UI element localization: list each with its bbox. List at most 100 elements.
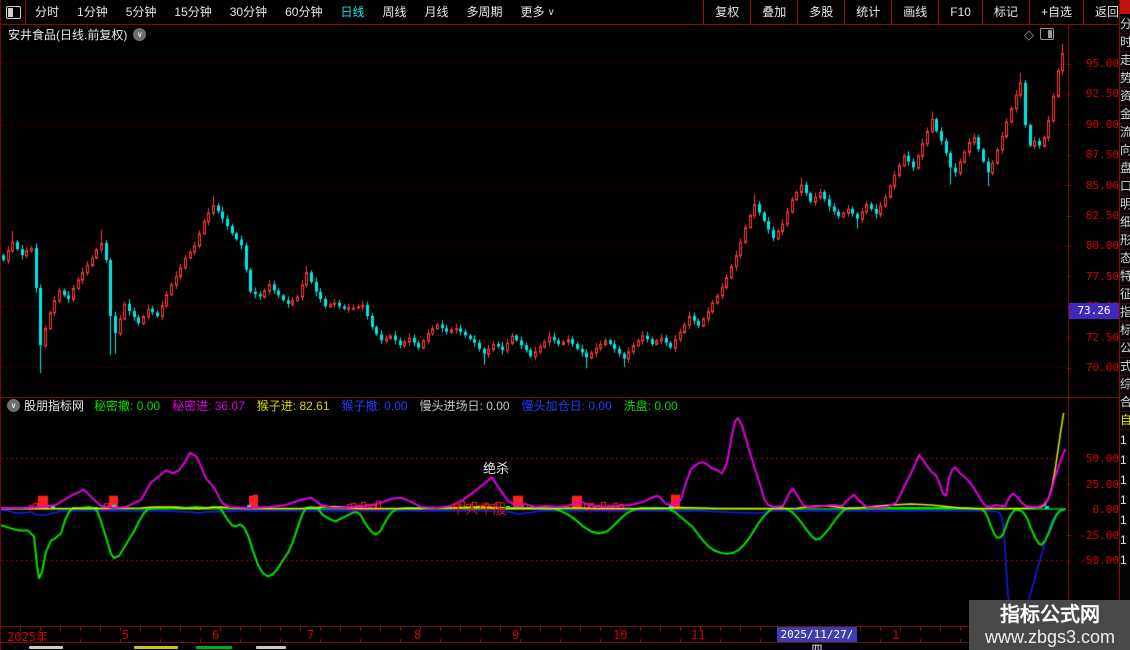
toolbar: 分时 1分钟 5分钟 15分钟 30分钟 60分钟 日线 周线 月线 多周期 更多 ∨ 复权 叠加 多股… [1,0,1130,25]
toolbar-action-button[interactable]: 画线 [891,0,938,24]
sidebar-tab-clipped[interactable]: 形 [1120,232,1130,250]
month-label: 5 [122,628,130,642]
price-axis-label: 85.00 [1067,179,1119,192]
month-label: 2025年 [7,630,48,644]
stock-title: 安井食品(日线.前复权) [8,27,128,42]
sidebar-tab-clipped[interactable]: 明 [1120,196,1130,214]
clipped-next-panel [1,644,1120,650]
trading-app-window: 分时 1分钟 5分钟 15分钟 30分钟 60分钟 日线 周线 月线 多周期 更多 ∨ 复权 叠加 多股… [0,0,1130,650]
period-tabs: 分时 1分钟 5分钟 15分钟 30分钟 60分钟 日线 周线 月线 多周期 更多 [26,0,554,24]
watermark-title: 指标公式网 [1000,603,1100,626]
month-label: 9 [512,628,520,642]
sidebar-red-block [1120,0,1130,14]
period-tab[interactable]: 周线 [373,0,415,24]
indicator-param: 秘密进: 36.07 [172,399,245,413]
sidebar-tab-clipped[interactable]: 走 [1120,52,1130,70]
month-label: 10 [613,628,628,642]
sidebar-tab-clipped[interactable]: 指 [1120,304,1130,322]
sidebar-tab-clipped[interactable]: 盘 [1120,160,1130,178]
sidebar-tab-clipped[interactable]: 向 [1120,142,1130,160]
layout-toggle-icon[interactable] [1,0,26,24]
sidebar-list-number[interactable]: 1 [1120,530,1130,550]
sidebar-list-number[interactable]: 1 [1120,490,1130,510]
month-label: 6 [212,628,220,642]
last-date-tag: 2025/11/27/四 [777,627,857,650]
month-label: 8 [414,628,422,642]
sidebar-list-number[interactable]: 1 [1120,470,1130,490]
axis-vertical-border [1068,25,1069,643]
period-tab[interactable]: 日线 [331,0,373,24]
period-tab[interactable]: 1分钟 [68,0,117,24]
clipped-text-fragment [29,646,63,649]
sidebar-tab-clipped[interactable]: 口 [1120,178,1130,196]
indicator-canvas[interactable] [1,413,1068,625]
date-axis-ticks-bottom [1,639,1068,642]
date-axis: 2025年 5 6 7 8 9 10 11 1 2025/11/27/四 [1,626,1120,650]
indicator-axis-label: 50.00 [1067,452,1119,465]
title-row: 安井食品(日线.前复权) ∨ ◇ [1,26,1068,42]
price-axis-label: 87.50 [1067,148,1119,161]
period-tab[interactable]: 30分钟 [221,0,276,24]
sidebar-list-number[interactable]: 1 [1120,450,1130,470]
period-tab[interactable]: 分时 [26,0,68,24]
price-chart-canvas[interactable] [1,25,1068,397]
sidebar-tab-clipped[interactable]: 势 [1120,70,1130,88]
indicator-annotation: 绝杀 [483,461,510,476]
period-tab[interactable]: 60分钟 [276,0,331,24]
indicator-axis-label: 0.00 [1067,503,1119,516]
price-axis-label: 70.00 [1067,361,1119,374]
toolbar-action-button[interactable]: F10 [938,0,982,24]
indicator-param: 猴子撤: 0.00 [341,399,408,413]
sidebar-list-number[interactable]: 1 [1120,550,1130,570]
sidebar-tab-clipped[interactable]: 金 [1120,106,1130,124]
diamond-marker-icon[interactable]: ◇ [1024,28,1034,41]
sidebar-tab-clipped[interactable]: 合 [1120,394,1130,412]
price-axis-label: 77.50 [1067,270,1119,283]
period-tab[interactable]: 5分钟 [117,0,166,24]
indicator-annotation: 牛人牛股 [451,501,507,517]
period-tab[interactable]: 15分钟 [165,0,220,24]
price-axis-label: 82.50 [1067,209,1119,222]
watermark-url: www.zbgs3.com [984,626,1116,647]
toolbar-action-button[interactable]: 多股 [797,0,844,24]
chevron-down-icon: ∨ [547,6,555,18]
last-price-tag: 73.26 [1069,303,1119,319]
collapse-chart-icon[interactable]: ∨ [133,27,147,41]
sidebar-tab-clipped[interactable]: 式 [1120,358,1130,376]
sidebar-tab-clipped[interactable]: 综 [1120,376,1130,394]
indicator-param: 慢头进场日: 0.00 [419,399,510,413]
split-panel-icon[interactable] [1040,28,1054,40]
sidebar-tab-clipped[interactable]: 分 [1120,16,1130,34]
sidebar-tab-clipped[interactable]: 征 [1120,286,1130,304]
sidebar-tab-clipped[interactable]: 资 [1120,88,1130,106]
period-tab[interactable]: 月线 [416,0,458,24]
action-buttons: 复权 叠加 多股 统计 画线 F10 标记 +自选 返回 [703,0,1130,24]
period-tab[interactable]: 多周期 [458,0,512,24]
price-axis-label: 90.00 [1067,118,1119,131]
month-label: 11 [691,628,706,642]
clipped-text-fragment [256,646,286,649]
sidebar-tab-clipped[interactable]: 流 [1120,124,1130,142]
sidebar-list-number[interactable]: 1 [1120,430,1130,450]
indicator-param: 秘密撤: 0.00 [94,399,161,413]
clipped-text-fragment [134,646,178,649]
toolbar-action-button[interactable]: 标记 [981,0,1029,24]
toolbar-action-button[interactable]: 复权 [703,0,750,24]
sidebar-tab-clipped[interactable]: 态 [1120,250,1130,268]
toolbar-action-button[interactable]: 叠加 [750,0,797,24]
indicator-name: 股朋指标网 [24,399,85,413]
toolbar-action-button[interactable]: +自选 [1028,0,1083,24]
indicator-param: 慢头加仓日: 0.00 [521,399,612,413]
sidebar-tab-clipped[interactable]: 公 [1120,340,1130,358]
indicator-params: 秘密撤: 0.00 秘密进: 36.07 猴子进: 82.61 猴子撤: 0.00 慢头… [94,397,690,414]
sidebar-tab-clipped[interactable]: 标 [1120,322,1130,340]
toolbar-action-button[interactable]: 统计 [844,0,891,24]
sidebar-list-number[interactable]: 1 [1120,510,1130,530]
sidebar-badge[interactable]: 自 [1120,412,1130,430]
sidebar-tab-clipped[interactable]: 时 [1120,34,1130,52]
watermark: 指标公式网 www.zbgs3.com [969,600,1130,650]
indicator-param: 洗盘: 0.00 [623,399,678,413]
sidebar-tab-clipped[interactable]: 特 [1120,268,1130,286]
sidebar-tab-clipped[interactable]: 细 [1120,214,1130,232]
collapse-indicator-icon[interactable]: ∨ [7,399,20,412]
